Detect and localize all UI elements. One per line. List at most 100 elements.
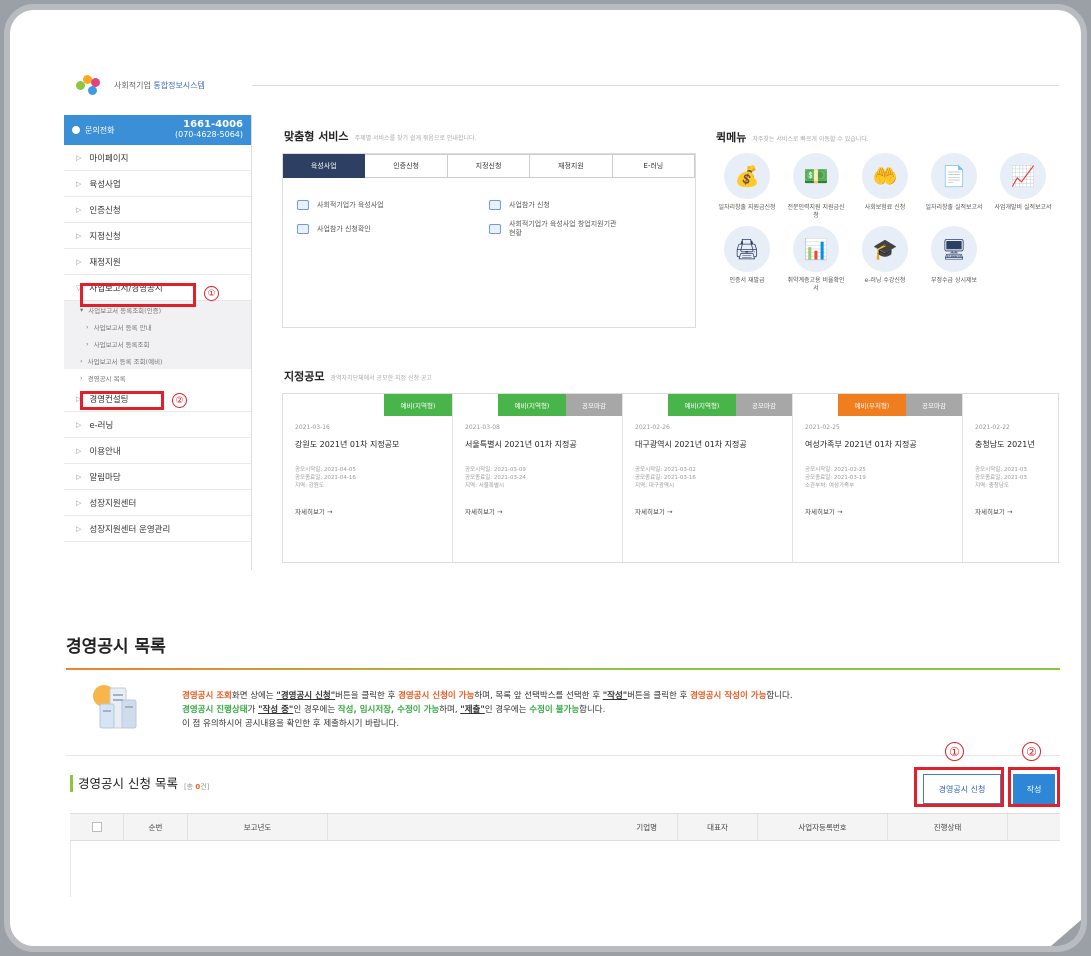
sidebar-item-designation[interactable]: ▷ 지정신청 <box>64 223 251 249</box>
sidebar-subitem-report-guide[interactable]: › 사업보고서 등록 안내 <box>64 318 251 335</box>
card-meta: 공모시작일: 2021-04-05 공모종료일: 2021-04-16 지역: 강원… <box>295 466 442 490</box>
table-body-edge <box>70 841 71 897</box>
step-marker-2: ② <box>1022 742 1041 761</box>
quick-menu-item[interactable]: 📄 일자리창출 실적보고서 <box>923 153 985 220</box>
card-title: 강원도 2021년 01차 지정공모 <box>295 440 400 449</box>
quick-menu-label: 일자리창출 실적보고서 <box>925 204 983 211</box>
list-count: [총 0건] <box>183 783 210 791</box>
service-link[interactable]: 사회적기업가 육성사업 <box>297 200 489 210</box>
card-date: 2021-03-16 <box>295 424 330 431</box>
designation-card[interactable]: 2021-02-22 충청남도 2021년 공모시작일: 2021-03 공모종료일:… <box>963 394 1081 562</box>
sidebar-item-elearning[interactable]: ▷ e-러닝 <box>64 412 251 438</box>
chevron-right-icon: ▷ <box>76 257 82 266</box>
step-marker-2: ② <box>172 393 187 408</box>
chevron-right-icon: ▷ <box>76 205 82 214</box>
card-meta-start: 공모시작일: 2021-04-05 <box>295 467 356 473</box>
custom-service-panel: 육성사업 인증신청 지정신청 재정지원 E-러닝 사회적기업가 육성사업 사업참… <box>282 153 696 328</box>
sidebar-subitem-report-prelim[interactable]: › 사업보고서 등록 조회(예비) <box>64 352 251 369</box>
card-more-link[interactable]: 자세히보기 → <box>805 506 952 516</box>
quick-menu-title: 퀵메뉴 <box>716 131 747 144</box>
monitor-icon: 🖥 <box>931 226 977 272</box>
column-header-bizno[interactable]: 사업자등록번호 <box>758 814 888 840</box>
sidebar-item-growth-center[interactable]: ▷ 성장지원센터 <box>64 490 251 516</box>
designation-card[interactable]: 예비(지역형) 공모마감 2021-03-08 서울특별시 2021년 01차 지정공… <box>453 394 623 562</box>
quick-menu-label: e-러닝 수강신청 <box>864 277 906 284</box>
sidebar-item-training[interactable]: ▷ 육성사업 <box>64 171 251 197</box>
card-meta-start: 공모시작일: 2021-03-02 <box>635 467 696 473</box>
card-meta-region: 지역: 강원도 <box>295 483 324 489</box>
chevron-right-icon: › <box>80 373 83 382</box>
site-logo[interactable]: 사회적기업 통합정보시스템 <box>74 73 205 97</box>
quick-menu-item[interactable]: 🎓 e-러닝 수강신청 <box>854 226 916 293</box>
custom-service-subtitle: 주제별 서비스를 찾기 쉽게 묶음으로 안내합니다. <box>354 135 477 142</box>
sidebar: 문의전화 1661-4006 (070-4628-5064) ▷ 마이페이지 ▷ 육… <box>64 115 252 570</box>
sidebar-subitem-report-query[interactable]: › 사업보고서 등록조회 <box>64 335 251 352</box>
sidebar-item-finance[interactable]: ▷ 재정지원 <box>64 249 251 275</box>
tab-training[interactable]: 육성사업 <box>283 154 366 178</box>
service-link[interactable]: 사업참가 신청 <box>489 200 681 210</box>
sidebar-item-news[interactable]: ▷ 알림마당 <box>64 464 251 490</box>
card-meta-end: 공모종료일: 2021-03 <box>975 475 1027 481</box>
tab-designation[interactable]: 지정신청 <box>447 154 531 178</box>
chevron-right-icon: ▷ <box>76 420 82 429</box>
money-bag-icon: 💰 <box>724 153 770 199</box>
sidebar-subitem-disclosure-list[interactable]: › 경영공시 목록 <box>64 369 251 386</box>
service-link[interactable]: 사회적기업가 육성사업 창업지원기관 현황 <box>489 220 681 238</box>
card-meta-end: 공모종료일: 2021-03-19 <box>805 475 866 481</box>
custom-service-title: 맞춤형 서비스 <box>284 130 349 143</box>
sidebar-item-guide[interactable]: ▷ 이용안내 <box>64 438 251 464</box>
designation-card[interactable]: 예비(지역형) 공모마감 2021-02-26 대구광역시 2021년 01차 지정공… <box>623 394 793 562</box>
status-badge: 예비(지역형) <box>668 394 736 416</box>
chevron-right-icon: ▷ <box>76 179 82 188</box>
write-button[interactable]: 작성 <box>1013 774 1055 804</box>
tab-certification[interactable]: 인증신청 <box>365 154 448 178</box>
quick-menu-label: 사업개발비 실적보고서 <box>994 204 1052 211</box>
quick-menu-item[interactable]: 🖥 부정수급 상시제보 <box>923 226 985 293</box>
logo-mark-icon <box>74 73 108 97</box>
folder-icon <box>297 200 309 210</box>
quick-menu-item[interactable]: 🖨 인증서 재발급 <box>716 226 778 293</box>
designation-cards: 예비(지역형) 2021-03-16 강원도 2021년 01차 지정공모공모시작일… <box>282 393 1059 563</box>
tab-finance[interactable]: 재정지원 <box>530 154 613 178</box>
select-all-checkbox[interactable] <box>91 822 102 832</box>
quick-menu-subtitle: 자주찾는 서비스로 빠르게 이동할 수 있습니다. <box>752 136 869 143</box>
column-header-status[interactable]: 진행상태 <box>888 814 1008 840</box>
card-more-link[interactable]: 자세히보기 → <box>975 506 1081 516</box>
document-icon: 📄 <box>931 153 977 199</box>
card-more-link[interactable]: 자세히보기 → <box>635 506 782 516</box>
column-header-year[interactable]: 보고년도 <box>188 814 328 840</box>
disclosure-apply-button[interactable]: 경영공시 신청 <box>923 774 1001 804</box>
chevron-right-icon: › <box>80 356 83 365</box>
list-title: 경영공시 신청 목록 <box>78 776 178 791</box>
instruction-line-1: 경영공시 조회화면 상에는 "경영공시 신청"버튼을 클릭한 후 경영공시 신청… <box>182 691 793 701</box>
column-header-no[interactable]: 순번 <box>124 814 188 840</box>
sidebar-item-certification[interactable]: ▷ 인증신청 <box>64 197 251 223</box>
designation-card[interactable]: 예비(지역형) 2021-03-16 강원도 2021년 01차 지정공모 공모시작일… <box>283 394 453 562</box>
sidebar-item-mypage[interactable]: ▷ 마이페이지 <box>64 145 251 171</box>
status-badge: 공모마감 <box>906 394 962 416</box>
service-link[interactable]: 사업참가 신청확인 <box>297 220 489 238</box>
quick-menu-grid: 💰 일자리창출 지원금신청 💵 전문인력지원 지원금신청 🤲 사회보험료 신청 📄 일자리창출… <box>716 153 1054 293</box>
designation-card[interactable]: 예비(부처형) 공모마감 2021-02-25 여성가족부 2021년 01차 지정공… <box>793 394 963 562</box>
title-divider-accent <box>66 668 626 670</box>
tab-elearning[interactable]: E-러닝 <box>612 154 696 178</box>
quick-menu-item[interactable]: 📊 취약계층고용 비율확인서 <box>785 226 847 293</box>
status-badge: 예비(부처형) <box>838 394 906 416</box>
card-meta: 공모시작일: 2021-02-25 공모종료일: 2021-03-19 소관부처: … <box>805 466 952 490</box>
column-header-company[interactable]: 기업명 <box>328 814 678 840</box>
card-more-link[interactable]: 자세히보기 → <box>465 506 612 516</box>
card-title: 대구광역시 2021년 01차 지정공 <box>635 440 747 449</box>
instruction-line-2: 경영공시 진행상태가 "작성 중"인 경우에는 작성, 임시저장, 수정이 가능… <box>182 705 606 715</box>
quick-menu-item[interactable]: 💵 전문인력지원 지원금신청 <box>785 153 847 220</box>
column-header-ceo[interactable]: 대표자 <box>678 814 758 840</box>
sidebar-item-growth-center-admin[interactable]: ▷ 성장지원센터 운영관리 <box>64 516 251 542</box>
designation-title: 지정공모 <box>284 370 325 383</box>
card-more-link[interactable]: 자세히보기 → <box>295 506 442 516</box>
quick-menu-label: 취약계층고용 비율확인서 <box>787 277 845 292</box>
folder-icon <box>489 224 501 234</box>
phone-icon <box>72 126 80 134</box>
card-date: 2021-03-08 <box>465 424 500 431</box>
quick-menu-item[interactable]: 🤲 사회보험료 신청 <box>854 153 916 220</box>
quick-menu-item[interactable]: 📈 사업개발비 실적보고서 <box>992 153 1054 220</box>
quick-menu-item[interactable]: 💰 일자리창출 지원금신청 <box>716 153 778 220</box>
